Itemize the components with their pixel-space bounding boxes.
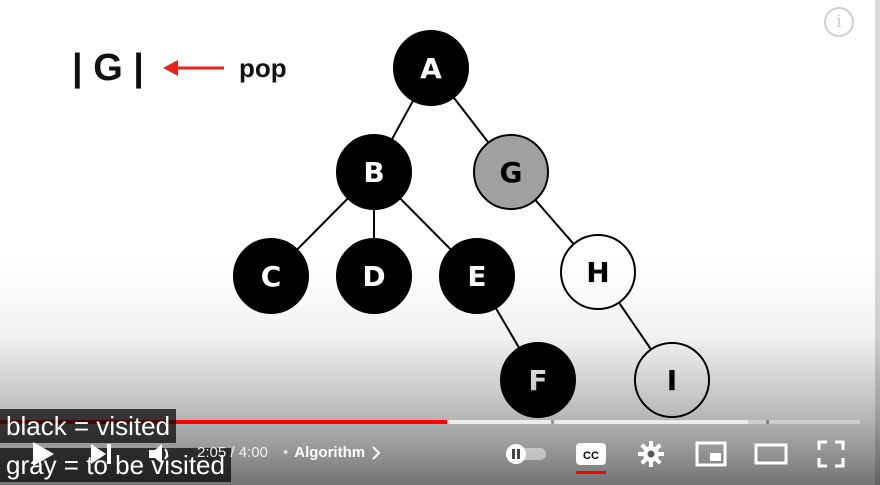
chapter-marker <box>551 420 554 424</box>
next-icon[interactable] <box>89 442 113 466</box>
fullscreen-icon[interactable] <box>817 440 845 468</box>
volume-icon[interactable] <box>147 442 173 466</box>
pop-label: pop <box>239 53 287 83</box>
stack-content: | G | <box>72 47 144 89</box>
captions-icon[interactable]: CC <box>575 440 607 476</box>
tree-node-g: G <box>473 134 549 210</box>
play-icon[interactable] <box>30 440 56 468</box>
cc-text: CC <box>583 450 599 462</box>
caption-line-1: black = visited <box>0 409 177 443</box>
settings-gear-icon[interactable] <box>637 440 665 468</box>
tree-node-b: B <box>336 134 412 210</box>
miniplayer-icon[interactable] <box>695 441 727 467</box>
theater-mode-icon[interactable] <box>754 443 788 465</box>
info-icon[interactable]: i <box>824 7 854 37</box>
chevron-right-icon <box>372 445 381 460</box>
chapter-button[interactable]: • Algorithm <box>283 444 381 461</box>
node-label-a: A <box>420 52 442 85</box>
video-player[interactable]: | G | pop A B G C <box>0 0 880 485</box>
chapter-separator: • <box>283 444 289 461</box>
node-label-g: G <box>500 156 523 189</box>
chapter-title: Algorithm <box>294 444 366 461</box>
time-display: 2:05 / 4:00 <box>197 444 268 461</box>
node-label-b: B <box>363 156 384 189</box>
chapter-marker <box>766 420 769 424</box>
pop-arrow-head <box>163 60 178 76</box>
tree-node-a: A <box>393 30 469 106</box>
autoplay-toggle-icon[interactable] <box>503 444 547 464</box>
